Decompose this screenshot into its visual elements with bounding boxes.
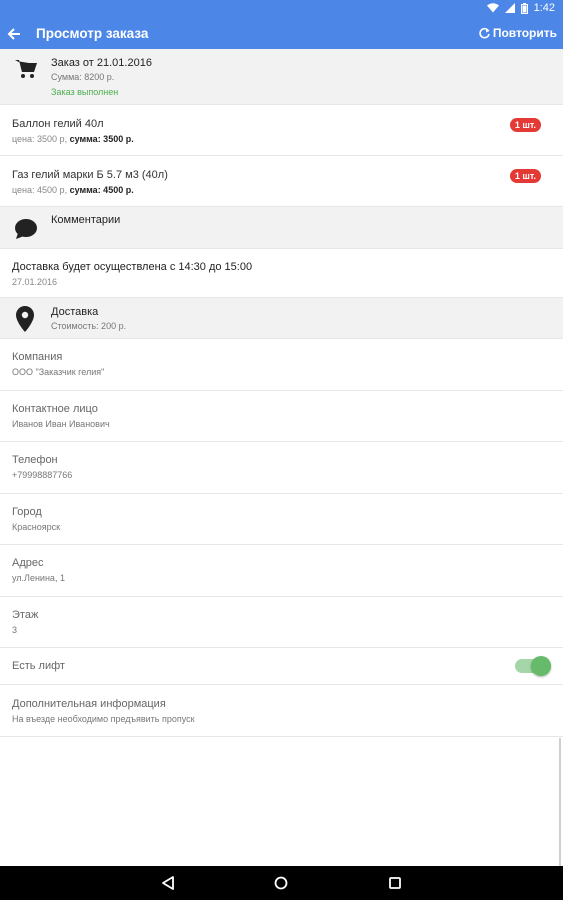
field-label: Контактное лицо bbox=[12, 402, 98, 415]
refresh-icon bbox=[479, 27, 490, 38]
item-sum-label: сумма: 3500 р. bbox=[69, 134, 134, 144]
field-value: ул.Ленина, 1 bbox=[12, 573, 65, 583]
back-button[interactable] bbox=[4, 24, 24, 44]
nav-home-button[interactable] bbox=[272, 874, 290, 892]
item-name: Баллон гелий 40л bbox=[12, 118, 104, 130]
order-sum: Сумма: 8200 р. bbox=[51, 72, 115, 82]
delivery-date: 27.01.2016 bbox=[12, 277, 58, 287]
battery-icon bbox=[520, 2, 528, 14]
field-label: Адрес bbox=[12, 557, 44, 569]
field-label: Телефон bbox=[12, 454, 58, 466]
field-company: Компания ООО "Заказчик гелия" bbox=[0, 339, 563, 391]
delivery-section-header: Доставка Стоимость: 200 р. bbox=[0, 298, 563, 339]
field-contact-person: Контактное лицо Иванов Иван Иванович bbox=[0, 390, 563, 442]
system-nav-bar bbox=[0, 866, 563, 900]
nav-home-icon bbox=[274, 876, 288, 890]
item-qty-badge: 1 шт. bbox=[509, 169, 541, 183]
item-qty-badge: 1 шт. bbox=[509, 118, 541, 132]
status-bar: 1:42 bbox=[0, 0, 563, 20]
delivery-time-info: Доставка будет осуществлена с 14:30 до 1… bbox=[0, 249, 563, 298]
field-address: Адрес ул.Ленина, 1 bbox=[0, 545, 563, 597]
order-title: Заказ от 21.01.2016 bbox=[51, 57, 152, 69]
page-title: Просмотр заказа bbox=[36, 26, 149, 41]
field-value: ООО "Заказчик гелия" bbox=[12, 367, 105, 377]
delivery-cost: Стоимость: 200 р. bbox=[51, 321, 127, 331]
comment-icon bbox=[15, 219, 37, 239]
item-name: Газ гелий марки Б 5.7 м3 (40л) bbox=[12, 169, 168, 181]
field-value: 3 bbox=[12, 624, 18, 635]
field-label: Этаж bbox=[12, 608, 39, 621]
item-price-label: цена: 3500 р, bbox=[12, 134, 68, 144]
location-pin-icon bbox=[16, 306, 34, 332]
status-time: 1:42 bbox=[533, 2, 555, 14]
order-status: Заказ выполнен bbox=[51, 87, 119, 97]
field-value: На въезде необходимо предъявить пропуск bbox=[12, 714, 195, 724]
signal-icon bbox=[504, 3, 515, 13]
item-sum-label: сумма: 4500 р. bbox=[69, 185, 134, 195]
field-lift: Есть лифт bbox=[0, 648, 563, 685]
nav-recents-icon bbox=[389, 877, 401, 889]
field-value: +79998887766 bbox=[12, 470, 73, 480]
field-label: Дополнительная информация bbox=[12, 698, 166, 710]
order-header: Заказ от 21.01.2016 Сумма: 8200 р. Заказ… bbox=[0, 49, 563, 105]
nav-back-icon bbox=[162, 876, 174, 890]
item-price: цена: 3500 р, сумма: 3500 р. bbox=[12, 134, 134, 144]
field-value: Иванов Иван Иванович bbox=[12, 418, 110, 429]
field-label: Компания bbox=[12, 351, 63, 363]
item-price-label: цена: 4500 р, bbox=[12, 185, 68, 195]
comments-label: Комментарии bbox=[51, 214, 121, 226]
field-value: Красноярск bbox=[12, 521, 61, 532]
app-toolbar: Просмотр заказа Повторить bbox=[0, 20, 563, 49]
field-floor: Этаж 3 bbox=[0, 596, 563, 648]
field-label: Город bbox=[12, 505, 42, 518]
lift-label: Есть лифт bbox=[12, 660, 65, 672]
item-price: цена: 4500 р, сумма: 4500 р. bbox=[12, 185, 134, 195]
nav-back-button[interactable] bbox=[159, 874, 177, 892]
wifi-icon bbox=[486, 3, 499, 13]
field-phone: Телефон +79998887766 bbox=[0, 442, 563, 494]
cart-icon bbox=[15, 60, 37, 78]
status-icons: 1:42 bbox=[486, 2, 555, 14]
delivery-time-text: Доставка будет осуществлена с 14:30 до 1… bbox=[12, 261, 253, 273]
nav-recents-button[interactable] bbox=[386, 874, 404, 892]
order-item: Баллон гелий 40л цена: 3500 р, сумма: 35… bbox=[0, 105, 563, 156]
delivery-title: Доставка bbox=[51, 306, 99, 318]
order-content: Заказ от 21.01.2016 Сумма: 8200 р. Заказ… bbox=[0, 49, 563, 737]
field-city: Город Красноярск bbox=[0, 493, 563, 545]
order-item: Газ гелий марки Б 5.7 м3 (40л) цена: 450… bbox=[0, 156, 563, 207]
toggle-thumb bbox=[531, 656, 551, 676]
comments-section-header: Комментарии bbox=[0, 207, 563, 249]
repeat-label: Повторить bbox=[492, 26, 557, 40]
scrollbar[interactable] bbox=[559, 738, 561, 866]
lift-toggle[interactable] bbox=[515, 655, 551, 677]
field-additional-info: Дополнительная информация На въезде необ… bbox=[0, 685, 563, 737]
repeat-button[interactable]: Повторить bbox=[478, 26, 557, 40]
arrow-back-icon bbox=[7, 28, 20, 40]
